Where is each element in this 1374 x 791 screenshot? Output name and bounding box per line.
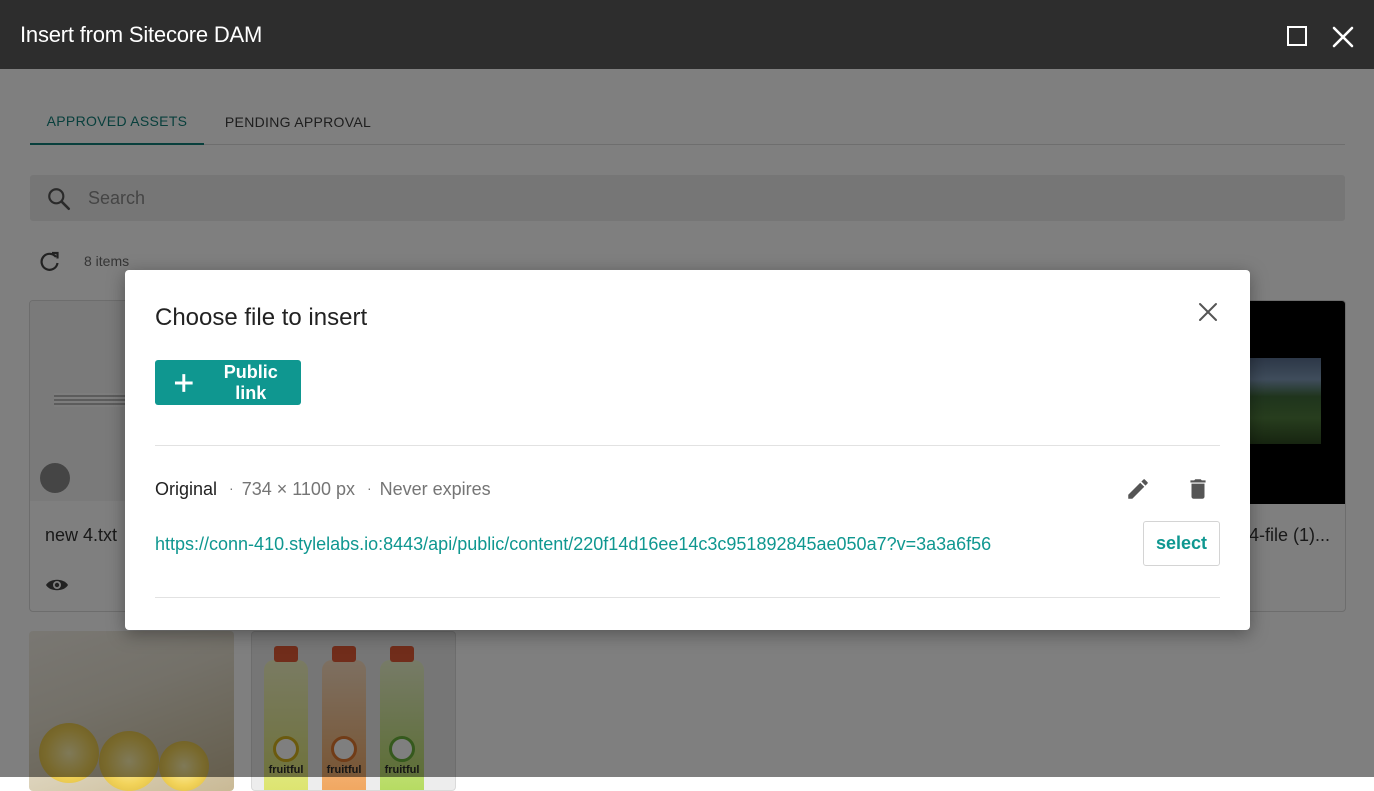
public-link-button[interactable]: Public link	[155, 360, 301, 405]
trash-icon[interactable]	[1185, 475, 1211, 503]
window-titlebar: Insert from Sitecore DAM	[0, 0, 1374, 69]
divider	[155, 597, 1220, 598]
public-link-url[interactable]: https://conn-410.stylelabs.io:8443/api/p…	[155, 534, 991, 555]
pencil-icon[interactable]	[1125, 476, 1151, 502]
rendition-name: Original	[155, 479, 218, 499]
close-icon[interactable]	[1197, 301, 1219, 323]
close-icon[interactable]	[1331, 25, 1355, 49]
plus-icon	[174, 373, 193, 392]
choose-file-dialog: Choose file to insert Public link Origin…	[125, 270, 1250, 630]
rendition-dimensions: 734 × 1100 px	[241, 479, 355, 499]
maximize-icon[interactable]	[1286, 25, 1308, 47]
window-title: Insert from Sitecore DAM	[20, 22, 263, 47]
divider	[155, 445, 1220, 446]
rendition-expiry: Never expires	[379, 479, 491, 499]
dialog-title: Choose file to insert	[155, 304, 368, 331]
rendition-meta: Original · 734 × 1100 px · Never expires	[155, 479, 491, 499]
public-link-label: Public link	[223, 361, 278, 403]
select-button[interactable]: select	[1143, 521, 1220, 566]
